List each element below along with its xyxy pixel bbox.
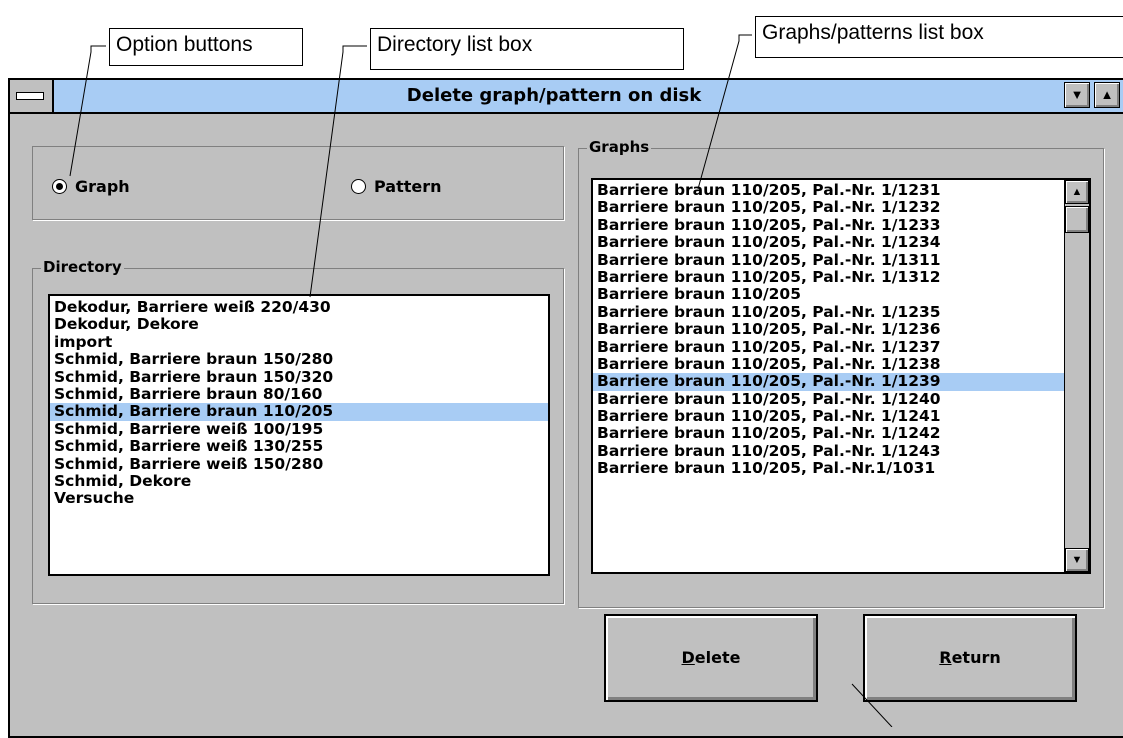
radio-pattern-label: Pattern — [374, 177, 442, 196]
directory-list-item[interactable]: Schmid, Barriere weiß 150/280 — [50, 455, 548, 473]
graphs-list-item[interactable]: Barriere braun 110/205, Pal.-Nr. 1/1239 — [593, 372, 1064, 391]
directory-list-item[interactable]: Schmid, Barriere braun 150/320 — [50, 368, 548, 386]
graphs-list-item[interactable]: Barriere braun 110/205, Pal.-Nr. 1/1236 — [593, 320, 1064, 338]
up-triangle-icon: ▲ — [1100, 87, 1114, 102]
directory-list-item[interactable]: Dekodur, Dekore — [50, 315, 548, 333]
delete-button[interactable]: Delete — [604, 614, 818, 702]
radio-checked-icon — [52, 179, 67, 194]
directory-list-box[interactable]: Dekodur, Barriere weiß 220/430 Dekodur, D… — [48, 294, 550, 576]
directory-list-item[interactable]: Versuche — [50, 489, 548, 507]
graphs-list-item[interactable]: Barriere braun 110/205, Pal.-Nr. 1/1241 — [593, 407, 1064, 425]
minimize-button[interactable]: ▼ — [1064, 82, 1090, 108]
callout-option-buttons: Option buttons — [109, 28, 303, 66]
graphs-list-item[interactable]: Barriere braun 110/205 — [593, 285, 1064, 303]
graphs-list-item[interactable]: Barriere braun 110/205, Pal.-Nr. 1/1312 — [593, 268, 1064, 286]
graphs-list-box[interactable]: Barriere braun 110/205, Pal.-Nr. 1/1231 B… — [591, 178, 1091, 574]
directory-list-item[interactable]: Schmid, Barriere braun 80/160 — [50, 385, 548, 403]
radio-pattern[interactable]: Pattern — [351, 177, 442, 196]
scroll-thumb[interactable] — [1065, 206, 1089, 233]
directory-list-item[interactable]: Schmid, Dekore — [50, 472, 548, 490]
system-menu-button[interactable] — [10, 80, 54, 112]
graphs-scrollbar[interactable]: ▲ ▼ — [1064, 180, 1089, 572]
system-menu-icon — [16, 92, 44, 100]
directory-group: Directory Dekodur, Barriere weiß 220/430… — [32, 258, 564, 604]
down-triangle-icon: ▼ — [1070, 87, 1084, 102]
delete-mnemonic: D — [681, 648, 695, 667]
graphs-list-item[interactable]: Barriere braun 110/205, Pal.-Nr. 1/1232 — [593, 198, 1064, 216]
return-mnemonic: R — [939, 648, 952, 667]
directory-list-item[interactable]: Dekodur, Barriere weiß 220/430 — [50, 298, 548, 316]
directory-list-item[interactable]: Schmid, Barriere weiß 100/195 — [50, 420, 548, 438]
directory-list-item[interactable]: import — [50, 333, 548, 351]
graphs-list-items: Barriere braun 110/205, Pal.-Nr. 1/1231 B… — [593, 181, 1064, 478]
maximize-button[interactable]: ▲ — [1094, 82, 1120, 108]
radio-unchecked-icon — [351, 179, 366, 194]
scroll-down-button[interactable]: ▼ — [1065, 548, 1089, 572]
up-arrow-icon: ▲ — [1071, 186, 1083, 198]
graphs-list-item[interactable]: Barriere braun 110/205, Pal.-Nr. 1/1311 — [593, 251, 1064, 269]
delete-label: elete — [694, 648, 741, 667]
graphs-list-item[interactable]: Barriere braun 110/205, Pal.-Nr. 1/1235 — [593, 303, 1064, 321]
option-group: Graph Pattern — [32, 146, 564, 220]
directory-list-item[interactable]: Schmid, Barriere braun 150/280 — [50, 350, 548, 368]
radio-graph[interactable]: Graph — [52, 177, 130, 196]
directory-list-item[interactable]: Schmid, Barriere braun 110/205 — [50, 402, 548, 421]
directory-group-label: Directory — [41, 258, 124, 276]
callout-directory-list-box: Directory list box — [370, 28, 684, 70]
return-label: eturn — [951, 648, 1001, 667]
callout-graphs-list-box: Graphs/patterns list box — [755, 16, 1123, 58]
scroll-up-button[interactable]: ▲ — [1065, 180, 1089, 204]
graphs-list-item[interactable]: Barriere braun 110/205, Pal.-Nr. 1/1231 — [593, 181, 1064, 199]
graphs-list-item[interactable]: Barriere braun 110/205, Pal.-Nr. 1/1238 — [593, 355, 1064, 373]
down-arrow-icon: ▼ — [1071, 554, 1083, 566]
return-button[interactable]: Return — [863, 614, 1077, 702]
graphs-list-item[interactable]: Barriere braun 110/205, Pal.-Nr. 1/1233 — [593, 216, 1064, 234]
delete-dialog-window: Delete graph/pattern on disk ▼ ▲ Graph P… — [8, 78, 1123, 738]
graphs-list-item[interactable]: Barriere braun 110/205, Pal.-Nr. 1/1242 — [593, 425, 1064, 443]
window-title: Delete graph/pattern on disk — [406, 85, 702, 106]
graphs-list-item[interactable]: Barriere braun 110/205, Pal.-Nr. 1/1243 — [593, 442, 1064, 460]
graphs-list-item[interactable]: Barriere braun 110/205, Pal.-Nr.1/1031 — [593, 459, 1064, 477]
graphs-list-item[interactable]: Barriere braun 110/205, Pal.-Nr. 1/1240 — [593, 390, 1064, 408]
graphs-list-item[interactable]: Barriere braun 110/205, Pal.-Nr. 1/1237 — [593, 338, 1064, 356]
graphs-list-item[interactable]: Barriere braun 110/205, Pal.-Nr. 1/1234 — [593, 233, 1064, 251]
directory-list-item[interactable]: Schmid, Barriere weiß 130/255 — [50, 437, 548, 455]
graphs-group-label: Graphs — [587, 138, 652, 156]
graphs-group: Graphs Barriere braun 110/205, Pal.-Nr. … — [578, 138, 1104, 608]
title-bar: Delete graph/pattern on disk ▼ ▲ — [10, 80, 1123, 114]
radio-graph-label: Graph — [75, 177, 130, 196]
